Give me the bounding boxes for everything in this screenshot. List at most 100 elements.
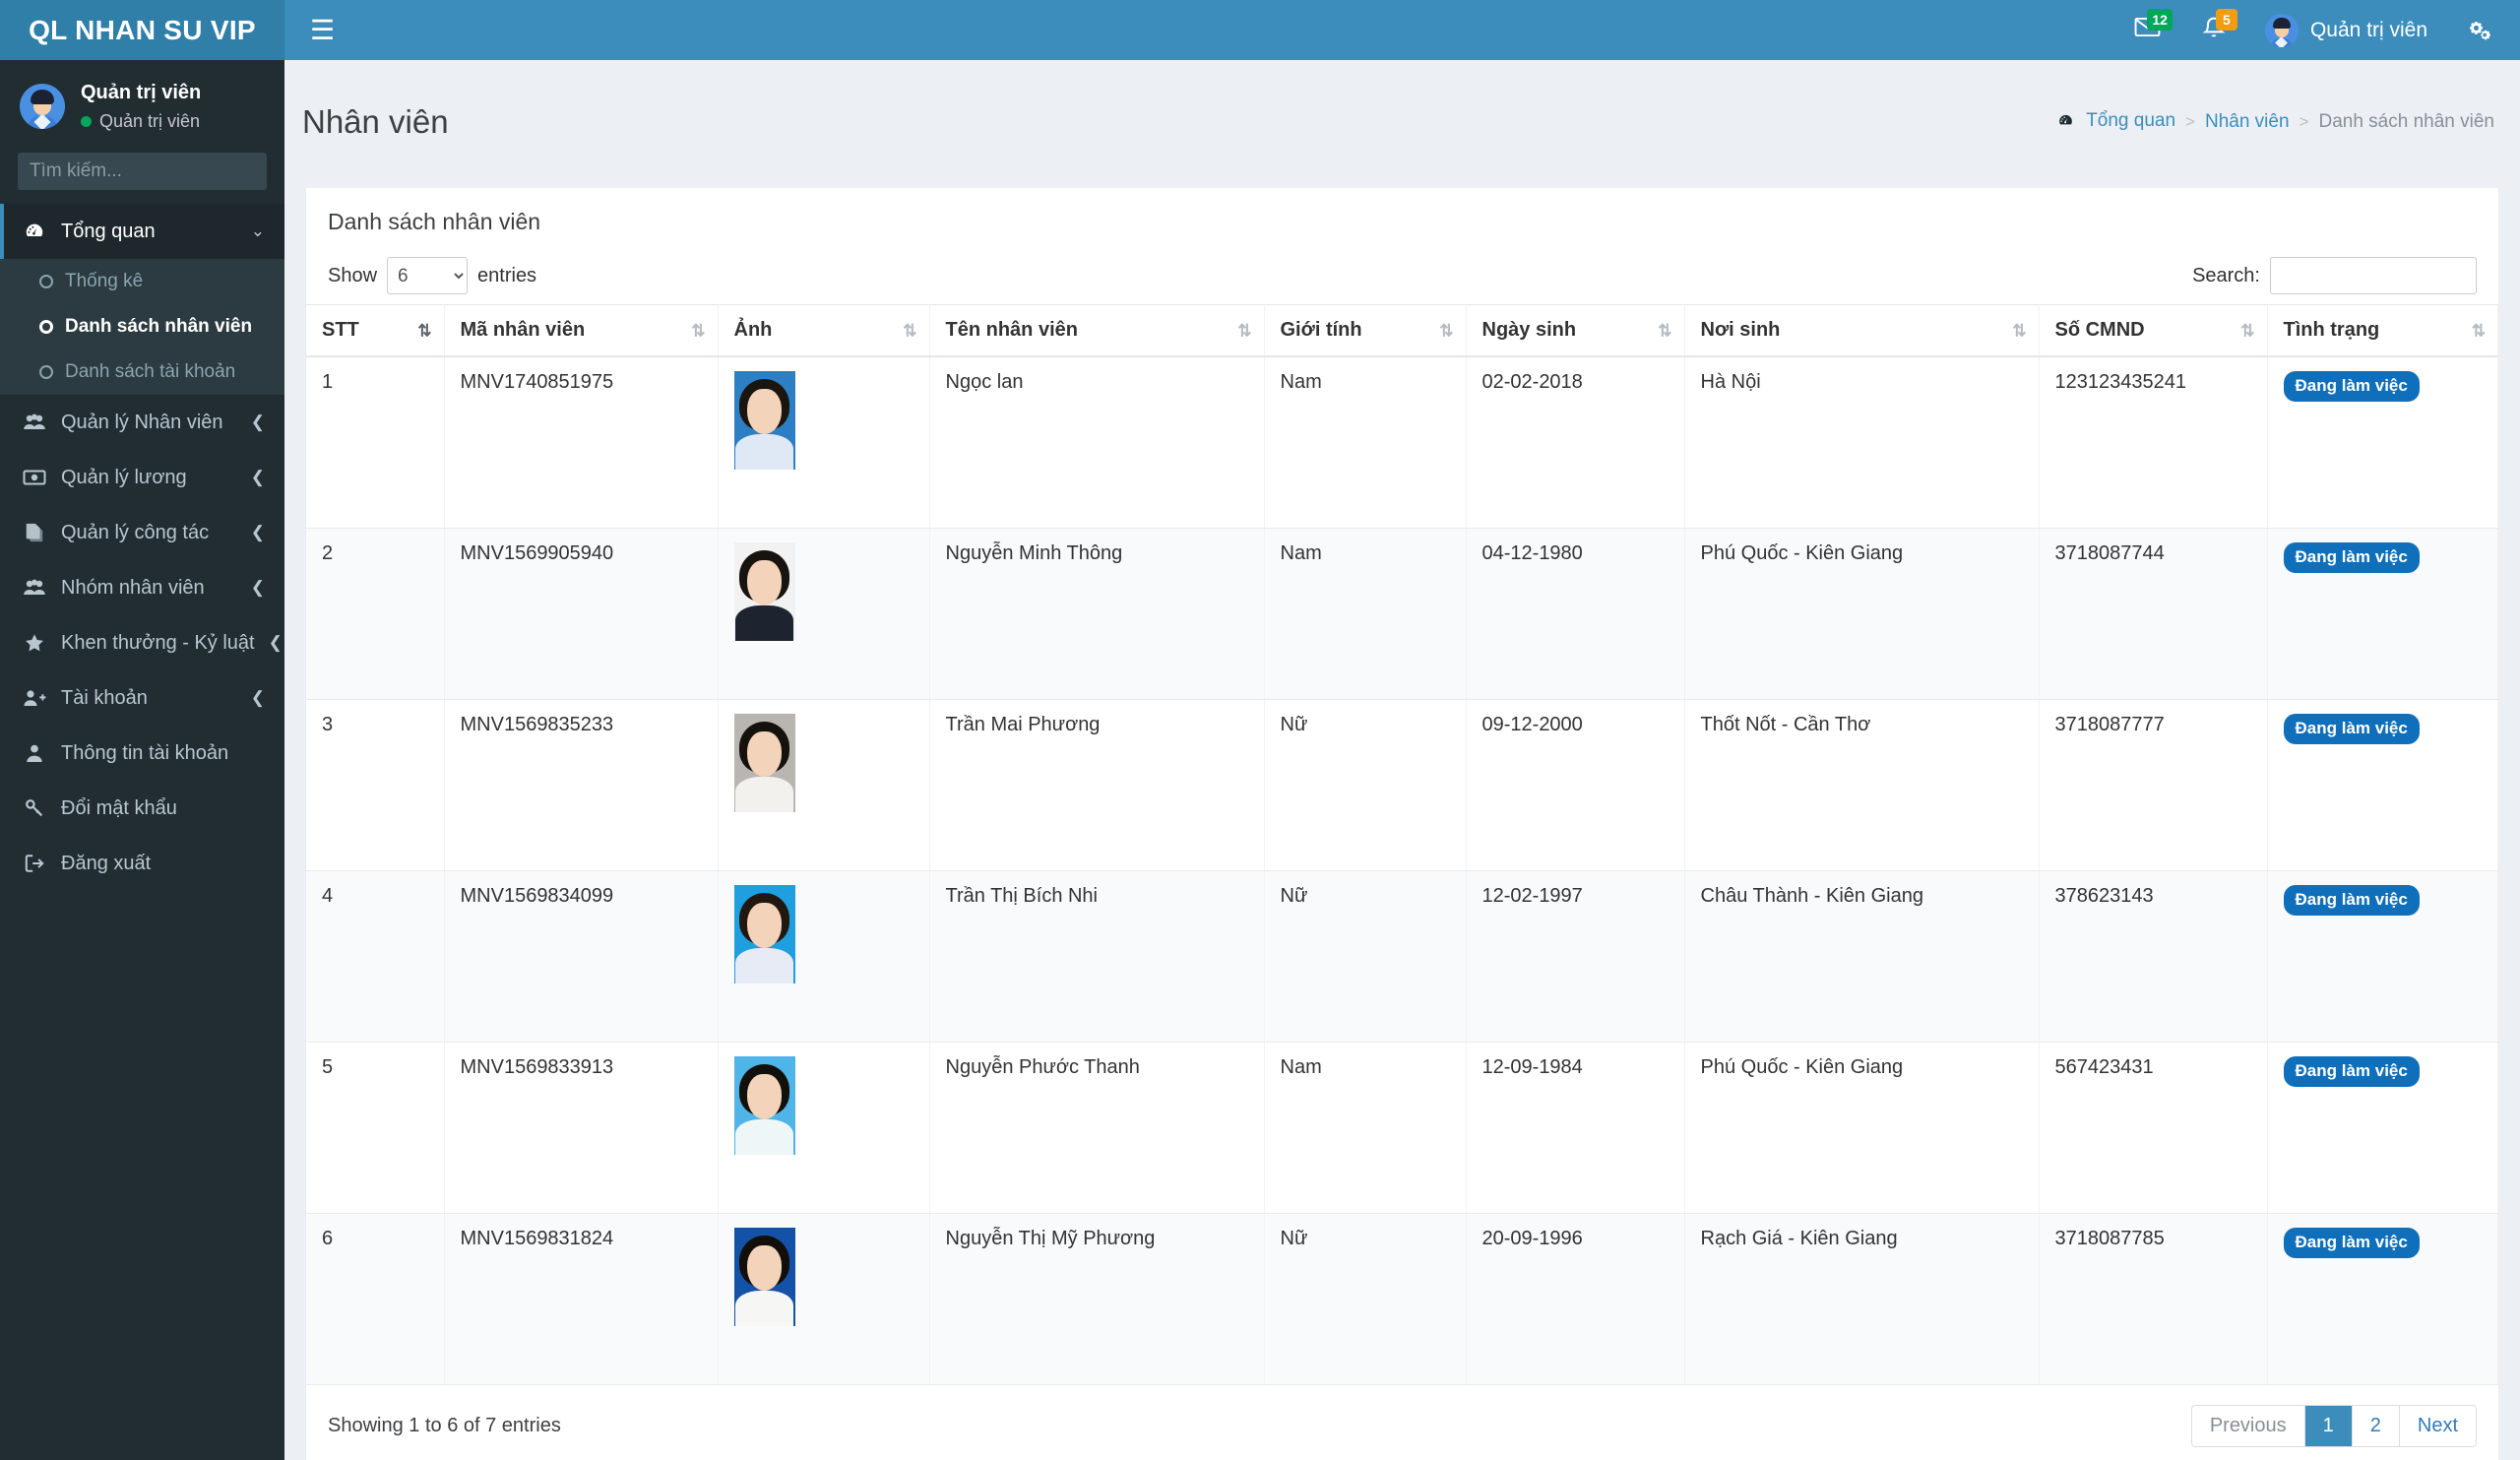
- brand-logo[interactable]: QL NHAN SU VIP: [0, 0, 284, 60]
- column-header-anh[interactable]: Ảnh ⇅: [718, 304, 930, 358]
- gears-icon[interactable]: [2451, 0, 2498, 60]
- table-row[interactable]: 1 MNV1740851975 Ngọc lan Nam 02-02-2018: [306, 356, 2498, 529]
- navbar-user-menu[interactable]: Quản trị viên: [2251, 0, 2441, 60]
- datatable-footer: Showing 1 to 6 of 7 entries Previous 1 2…: [306, 1385, 2498, 1460]
- employee-photo: [733, 1055, 795, 1155]
- breadcrumb-item-nhan-vien[interactable]: Nhân viên: [2205, 111, 2290, 133]
- status-badge: Đang làm việc: [2283, 713, 2420, 744]
- column-header-tinh-trang[interactable]: Tình trạng ⇅: [2267, 304, 2498, 358]
- table-row[interactable]: 5 MNV1569833913 Nguyễn Phước Thanh Nam 1…: [306, 1042, 2498, 1214]
- sidebar-subitem-danh-sach-nhan-vien[interactable]: Danh sách nhân viên: [0, 304, 284, 349]
- sidebar-item-khen-thuong-ky-luat[interactable]: Khen thưởng - Kỷ luật ❮: [0, 615, 284, 670]
- pagination: Previous 1 2 Next: [2190, 1404, 2477, 1447]
- breadcrumb-separator: >: [2299, 112, 2309, 132]
- sort-icon: ⇅: [1237, 321, 1251, 341]
- sidebar-item-nhom-nhan-vien[interactable]: Nhóm nhân viên ❮: [0, 560, 284, 615]
- search-label: Search:: [2192, 264, 2260, 286]
- cell-noi-sinh: Thốt Nốt - Cần Thơ: [1684, 699, 2040, 871]
- status-badge: Đang làm việc: [2283, 1227, 2420, 1258]
- messages-badge: 12: [2147, 9, 2173, 31]
- sort-icon: ⇅: [2240, 321, 2254, 341]
- sidebar-search[interactable]: [18, 153, 307, 191]
- cell-ngay-sinh: 12-09-1984: [1466, 1042, 1685, 1214]
- navbar-right: 12 5 Quản trị viên: [2118, 0, 2498, 60]
- sort-icon: ⇅: [1439, 321, 1453, 341]
- circle-icon: [39, 365, 53, 380]
- cell-ten-nhan-vien: Ngọc lan: [929, 356, 1265, 529]
- sidebar-user-info: Quản trị viên Quản trị viên: [81, 80, 201, 133]
- sidebar-user-role: Quản trị viên: [81, 110, 201, 133]
- sort-icon: ⇅: [417, 321, 431, 341]
- sort-icon: ⇅: [903, 321, 916, 341]
- cell-ngay-sinh: 12-02-1997: [1466, 870, 1685, 1043]
- sort-icon: ⇅: [2471, 321, 2486, 341]
- table-row[interactable]: 3 MNV1569835233 Trần Mai Phương Nữ 09-12…: [306, 699, 2498, 871]
- cell-ten-nhan-vien: Nguyễn Phước Thanh: [929, 1042, 1265, 1214]
- cell-stt: 4: [306, 870, 445, 1043]
- column-header-ma-nhan-vien[interactable]: Mã nhân viên ⇅: [444, 304, 719, 358]
- column-label: Giới tính: [1280, 319, 1362, 342]
- column-label: Ảnh: [733, 319, 773, 342]
- pagination-previous[interactable]: Previous: [2191, 1405, 2305, 1446]
- column-label: Nơi sinh: [1700, 319, 1781, 342]
- column-header-noi-sinh[interactable]: Nơi sinh ⇅: [1684, 304, 2040, 358]
- chevron-left-icon: ❮: [250, 523, 265, 542]
- messages-button[interactable]: 12: [2118, 0, 2176, 60]
- cell-anh: [718, 870, 930, 1043]
- sidebar-item-tai-khoan[interactable]: Tài khoản ❮: [0, 670, 284, 726]
- notifications-button[interactable]: 5: [2186, 0, 2241, 60]
- table-row[interactable]: 4 MNV1569834099 Trần Thị Bích Nhi Nữ 12-…: [306, 870, 2498, 1043]
- cell-gioi-tinh: Nam: [1264, 528, 1467, 700]
- cell-so-cmnd: 378623143: [2039, 870, 2268, 1043]
- column-header-so-cmnd[interactable]: Số CMND ⇅: [2039, 304, 2268, 358]
- column-header-gioi-tinh[interactable]: Giới tính ⇅: [1264, 304, 1467, 358]
- pagination-page-1[interactable]: 1: [2304, 1405, 2353, 1446]
- sidebar-subitem-thong-ke[interactable]: Thống kê: [0, 259, 284, 304]
- pagination-page-2[interactable]: 2: [2352, 1405, 2400, 1446]
- cell-ma-nhan-vien: MNV1569905940: [444, 528, 719, 700]
- entries-select[interactable]: 6 10 25 50 100: [387, 257, 469, 295]
- cell-tinh-trang: Đang làm việc: [2267, 1213, 2498, 1385]
- sidebar-user-role-label: Quản trị viên: [99, 111, 201, 131]
- cell-stt: 1: [306, 356, 445, 529]
- column-header-ten-nhan-vien[interactable]: Tên nhân viên ⇅: [929, 304, 1265, 358]
- sidebar-user-panel[interactable]: Quản trị viên Quản trị viên: [0, 60, 284, 153]
- chevron-down-icon: ⌄: [250, 222, 265, 241]
- chevron-left-icon: ❮: [250, 413, 265, 432]
- employee-photo: [733, 1227, 795, 1326]
- top-navbar: ☰ 12 5 Quản trị viên: [284, 0, 2520, 60]
- box-header: Danh sách nhân viên: [306, 191, 2498, 245]
- sidebar-item-doi-mat-khau[interactable]: Đổi mật khẩu: [0, 781, 284, 836]
- sidebar-item-quan-ly-cong-tac[interactable]: Quản lý công tác ❮: [0, 505, 284, 560]
- avatar: [20, 84, 65, 130]
- hamburger-menu-icon[interactable]: ☰: [300, 11, 345, 50]
- table-row[interactable]: 6 MNV1569831824 Nguyễn Thị Mỹ Phương Nữ …: [306, 1213, 2498, 1385]
- star-icon: [22, 632, 47, 654]
- show-label: Show: [328, 264, 378, 286]
- sidebar-item-dang-xuat[interactable]: Đăng xuất: [0, 836, 284, 891]
- pagination-next[interactable]: Next: [2399, 1405, 2476, 1446]
- column-label: Số CMND: [2054, 319, 2145, 342]
- cell-anh: [718, 528, 930, 700]
- cell-ten-nhan-vien: Nguyễn Minh Thông: [929, 528, 1265, 700]
- cell-tinh-trang: Đang làm việc: [2267, 528, 2498, 700]
- table-row[interactable]: 2 MNV1569905940 Nguyễn Minh Thông Nam 04…: [306, 528, 2498, 700]
- cell-anh: [718, 1042, 930, 1214]
- sidebar-item-label: Quản lý Nhân viên: [61, 411, 223, 433]
- users-group-icon: [22, 578, 47, 598]
- search-input[interactable]: [18, 160, 283, 183]
- table-search-input[interactable]: [2270, 257, 2477, 295]
- column-label: STT: [322, 319, 359, 342]
- sidebar-subitem-danh-sach-tai-khoan[interactable]: Danh sách tài khoản: [0, 349, 284, 395]
- column-header-stt[interactable]: STT ⇅: [306, 304, 445, 358]
- sidebar-item-thong-tin-tai-khoan[interactable]: Thông tin tài khoản: [0, 726, 284, 781]
- sidebar-item-tong-quan[interactable]: Tổng quan ⌄: [0, 204, 284, 260]
- sidebar-item-quan-ly-luong[interactable]: Quản lý lương ❮: [0, 450, 284, 505]
- breadcrumb-item-tong-quan[interactable]: Tổng quan: [2057, 110, 2175, 135]
- cell-so-cmnd: 3718087777: [2039, 699, 2268, 871]
- sidebar-item-label: Nhóm nhân viên: [61, 576, 205, 599]
- column-header-ngay-sinh[interactable]: Ngày sinh ⇅: [1466, 304, 1685, 358]
- sidebar-item-quan-ly-nhan-vien[interactable]: Quản lý Nhân viên ❮: [0, 395, 284, 450]
- cell-so-cmnd: 123123435241: [2039, 356, 2268, 529]
- column-label: Ngày sinh: [1481, 319, 1577, 342]
